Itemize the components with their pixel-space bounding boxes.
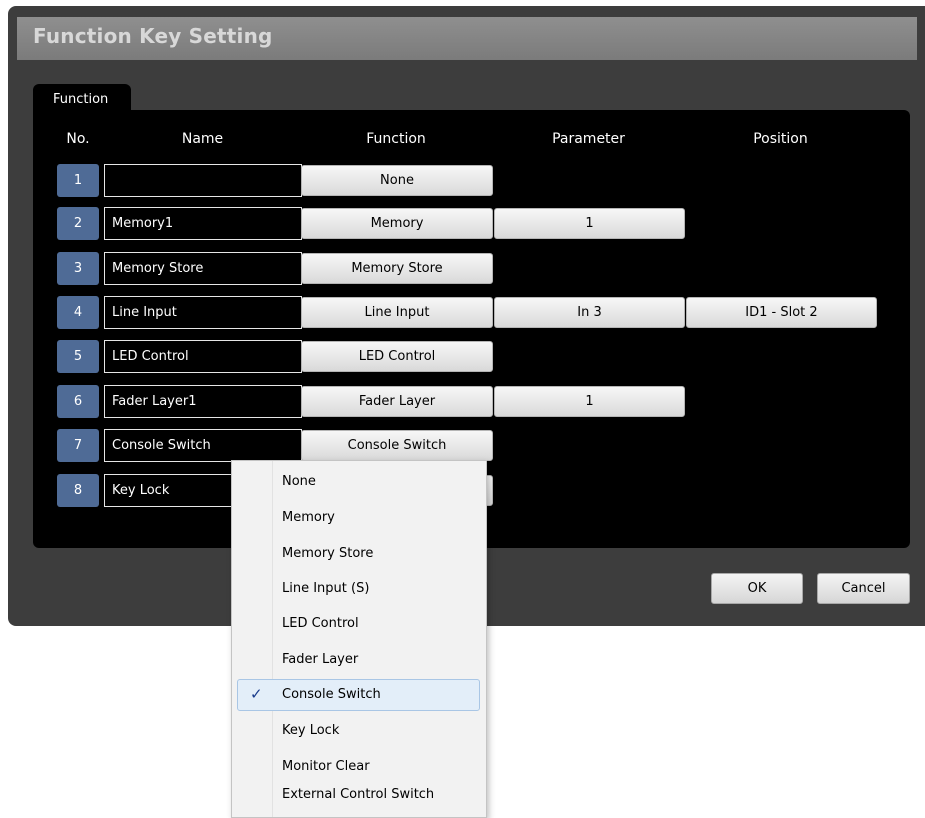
row-number: 2 — [57, 207, 99, 240]
row-number: 7 — [57, 429, 99, 462]
name-field[interactable] — [104, 164, 302, 197]
menu-item-external-control-switch[interactable]: External Control Switch — [232, 779, 486, 811]
menu-item-memory[interactable]: Memory — [232, 502, 486, 534]
menu-item-led-control[interactable]: LED Control — [232, 608, 486, 640]
tab-function-label: Function — [53, 92, 109, 107]
name-field[interactable]: Console Switch — [104, 429, 302, 462]
menu-item-label: Fader Layer — [282, 652, 359, 667]
menu-item-label: None — [282, 474, 316, 489]
table-row: 6 Fader Layer1 Fader Layer 1 — [33, 385, 910, 418]
function-button[interactable]: Memory Store — [301, 253, 493, 284]
header-position: Position — [753, 131, 808, 147]
menu-item-label: Console Switch — [282, 687, 381, 702]
table-row: 1 None — [33, 164, 910, 197]
table-row: 4 Line Input Line Input In 3 ID1 - Slot … — [33, 296, 910, 329]
row-number: 1 — [57, 164, 99, 197]
row-number: 4 — [57, 296, 99, 329]
menu-item-label: Memory Store — [282, 546, 374, 561]
dialog-title: Function Key Setting — [33, 24, 273, 48]
name-field[interactable]: Line Input — [104, 296, 302, 329]
cancel-button[interactable]: Cancel — [817, 573, 910, 604]
menu-item-memory-store[interactable]: Memory Store — [232, 538, 486, 570]
table-row: 2 Memory1 Memory 1 — [33, 207, 910, 240]
name-field[interactable]: LED Control — [104, 340, 302, 373]
menu-item-line-input[interactable]: Line Input (S) — [232, 573, 486, 605]
row-number: 8 — [57, 474, 99, 507]
menu-item-label: Key Lock — [282, 723, 340, 738]
parameter-button[interactable]: 1 — [494, 208, 685, 239]
function-button[interactable]: LED Control — [301, 341, 493, 372]
tab-function[interactable]: Function — [33, 84, 131, 113]
name-field[interactable]: Memory1 — [104, 207, 302, 240]
menu-item-console-switch[interactable]: ✓ Console Switch — [232, 679, 486, 711]
table-row: 3 Memory Store Memory Store — [33, 252, 910, 285]
parameter-button[interactable]: 1 — [494, 386, 685, 417]
row-number: 5 — [57, 340, 99, 373]
function-dropdown-menu: None Memory Memory Store Line Input (S) … — [231, 460, 487, 818]
header-no: No. — [66, 131, 90, 147]
table-row: 5 LED Control LED Control — [33, 340, 910, 373]
function-button[interactable]: None — [301, 165, 493, 196]
header-name: Name — [181, 131, 224, 147]
function-button[interactable]: Fader Layer — [301, 386, 493, 417]
checkmark-icon: ✓ — [250, 685, 263, 703]
menu-item-label: Memory — [282, 510, 335, 525]
function-button[interactable]: Console Switch — [301, 430, 493, 461]
table-row: 7 Console Switch Console Switch — [33, 429, 910, 462]
menu-item-none[interactable]: None — [232, 466, 486, 498]
function-button[interactable]: Line Input — [301, 297, 493, 328]
function-button[interactable]: Memory — [301, 208, 493, 239]
menu-item-label: Line Input (S) — [282, 581, 370, 596]
menu-item-fader-layer[interactable]: Fader Layer — [232, 644, 486, 676]
dialog-title-bar[interactable]: Function Key Setting — [17, 17, 917, 60]
parameter-button[interactable]: In 3 — [494, 297, 685, 328]
name-field[interactable]: Memory Store — [104, 252, 302, 285]
header-function: Function — [366, 131, 426, 147]
menu-item-key-lock[interactable]: Key Lock — [232, 715, 486, 747]
ok-button[interactable]: OK — [711, 573, 803, 604]
menu-item-label: Monitor Clear — [282, 759, 370, 774]
name-field[interactable]: Fader Layer1 — [104, 385, 302, 418]
row-number: 6 — [57, 385, 99, 418]
menu-item-label: External Control Switch — [282, 787, 435, 802]
position-button[interactable]: ID1 - Slot 2 — [686, 297, 877, 328]
header-parameter: Parameter — [552, 131, 625, 147]
menu-item-label: LED Control — [282, 616, 359, 631]
row-number: 3 — [57, 252, 99, 285]
